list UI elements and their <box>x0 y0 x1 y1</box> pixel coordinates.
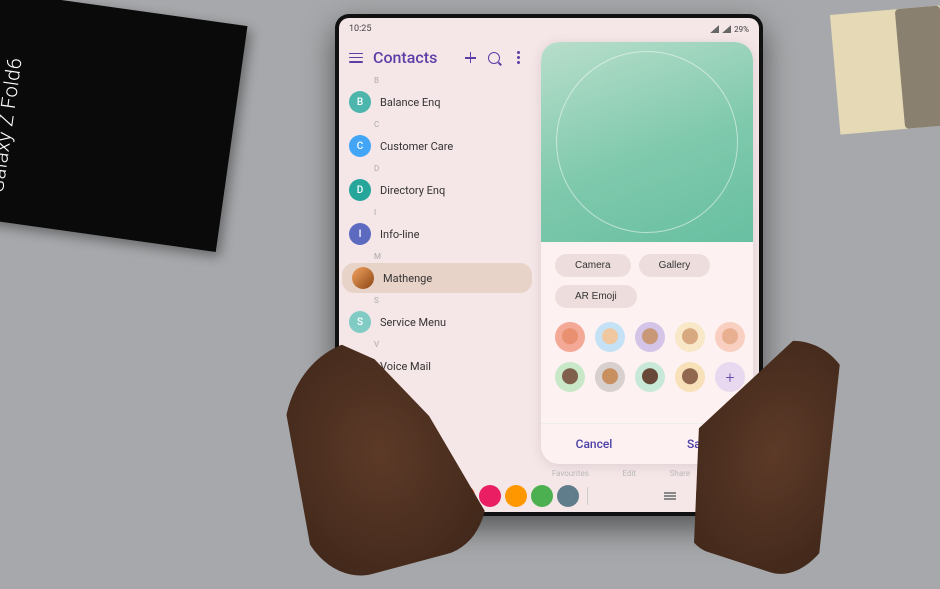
taskbar-app-settings[interactable] <box>557 485 579 507</box>
contact-avatar-photo <box>352 267 374 289</box>
preset-avatar[interactable] <box>595 322 625 352</box>
preset-avatar[interactable] <box>715 322 745 352</box>
contact-avatar-initial: S <box>349 311 371 333</box>
status-time: 10:25 <box>349 24 371 34</box>
section-letter: C <box>339 117 535 131</box>
more-options-button[interactable] <box>511 51 525 65</box>
product-box-label: Galaxy Z Fold6 <box>0 56 27 195</box>
contact-avatar-initial: D <box>349 179 371 201</box>
contact-name: Directory Enq <box>380 184 445 197</box>
section-letter: V <box>339 337 535 351</box>
ar-emoji-button[interactable]: AR Emoji <box>555 285 637 308</box>
contact-name: Customer Care <box>380 140 453 153</box>
taskbar-app-utility[interactable] <box>479 485 501 507</box>
photo-crop-circle <box>556 51 738 233</box>
photo-picker-modal: Camera Gallery AR Emoji + Cancel Save <box>541 42 753 464</box>
preset-avatar[interactable] <box>635 362 665 392</box>
taskbar-app-whatsapp[interactable] <box>531 485 553 507</box>
contact-row[interactable]: Mathenge <box>342 263 532 293</box>
contact-avatar-initial: I <box>349 223 371 245</box>
menu-icon[interactable] <box>349 53 363 63</box>
signal-icon <box>710 25 719 33</box>
contact-name: Info-line <box>380 228 419 241</box>
contact-name: Balance Enq <box>380 96 440 109</box>
background-hinge <box>830 5 940 134</box>
preset-avatar[interactable] <box>555 322 585 352</box>
status-bar: 10:25 29% <box>339 18 759 38</box>
contact-row[interactable]: I Info-line <box>339 219 535 249</box>
contact-row[interactable]: D Directory Enq <box>339 175 535 205</box>
contact-avatar-initial: B <box>349 91 371 113</box>
battery-percent: 29% <box>734 25 749 34</box>
search-button[interactable] <box>487 51 501 65</box>
section-letter: S <box>339 293 535 307</box>
contact-row[interactable]: C Customer Care <box>339 131 535 161</box>
contact-name: Service Menu <box>380 316 446 329</box>
section-letter: B <box>339 73 535 87</box>
photo-preview[interactable] <box>541 42 753 242</box>
section-letter: I <box>339 205 535 219</box>
camera-button[interactable]: Camera <box>555 254 631 277</box>
add-avatar-button[interactable]: + <box>715 362 745 392</box>
preset-avatar[interactable] <box>675 362 705 392</box>
contact-name: Voice Mail <box>380 360 431 373</box>
preset-avatar[interactable] <box>635 322 665 352</box>
contact-row[interactable]: B Balance Enq <box>339 87 535 117</box>
gallery-button[interactable]: Gallery <box>639 254 711 277</box>
preset-avatar[interactable] <box>595 362 625 392</box>
contact-name: Mathenge <box>383 272 432 285</box>
section-letter: D <box>339 161 535 175</box>
cancel-button[interactable]: Cancel <box>541 424 647 464</box>
preset-avatar[interactable] <box>555 362 585 392</box>
contact-row[interactable]: S Service Menu <box>339 307 535 337</box>
nav-recents-button[interactable] <box>664 495 676 497</box>
product-box: Galaxy Z Fold6 <box>0 0 247 252</box>
contact-avatar-initial: C <box>349 135 371 157</box>
contacts-title: Contacts <box>373 48 453 67</box>
signal-icon <box>722 25 731 33</box>
preset-avatar[interactable] <box>675 322 705 352</box>
section-letter: M <box>339 249 535 263</box>
add-contact-button[interactable] <box>463 51 477 65</box>
taskbar-app-contacts[interactable] <box>505 485 527 507</box>
